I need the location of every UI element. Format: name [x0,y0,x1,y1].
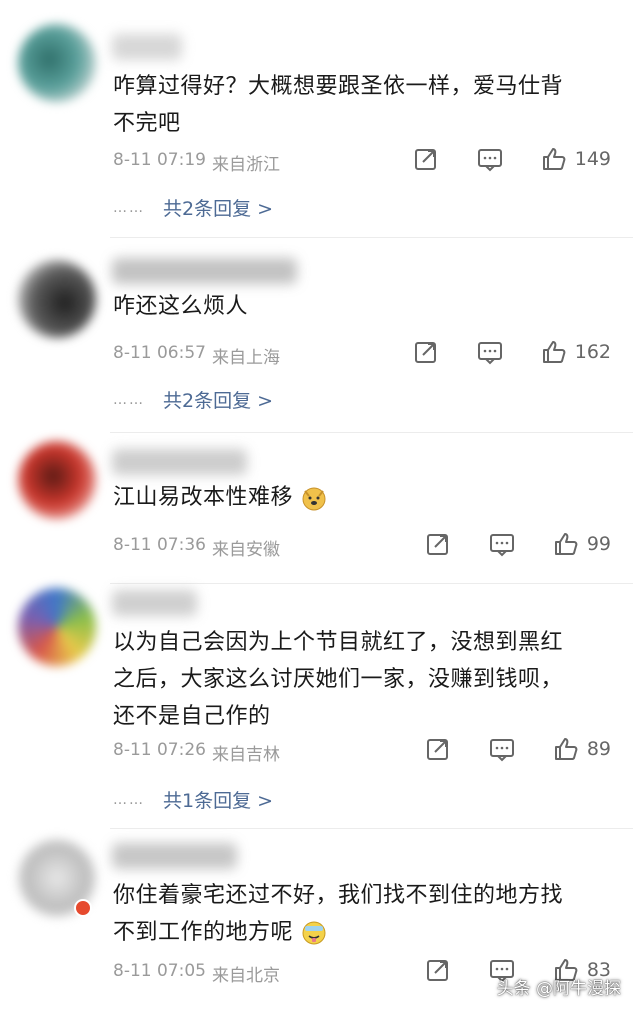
comment-date: 8-11 07:05 [113,961,206,981]
like-count: 99 [586,533,611,555]
comment-date: 8-11 07:19 [113,150,206,170]
like-button[interactable]: 99 [553,531,611,557]
comment-location: 来自安徽 [211,540,280,560]
like-count: 162 [574,341,611,363]
view-replies-link[interactable]: 共2条回复 > [163,386,273,413]
username-blurred[interactable] [112,34,182,60]
share-icon[interactable] [413,339,439,365]
thumbs-up-icon [542,148,566,170]
like-button[interactable]: 149 [541,146,611,172]
avatar[interactable] [18,24,96,102]
verified-badge-icon [74,899,92,917]
comment-meta: 8-11 07:05 来自北京 [113,961,280,986]
comment-item: 咋算过得好？大概想要跟圣依一样，爱马仕背 不完吧 8-11 07:19 来自浙江… [0,0,633,240]
comment-item: 江山易改本性难移 8-11 07:36 来自安徽 99 [0,433,633,583]
replies-row[interactable]: …… 共2条回复 > [113,194,273,221]
thumbs-up-icon [554,738,578,760]
avatar[interactable] [18,588,96,666]
comment-text: 你住着豪宅还过不好，我们找不到住的地方找 不到工作的地方呢 [113,877,603,951]
avatar[interactable] [18,260,96,338]
username-blurred[interactable] [112,843,237,869]
comment-icon[interactable] [477,339,503,365]
avatar[interactable] [18,441,96,519]
comment-meta: 8-11 07:36 来自安徽 [113,535,280,560]
like-button[interactable]: 162 [541,339,611,365]
thumbs-up-icon [542,341,566,363]
share-icon[interactable] [425,531,451,557]
comment-actions: 162 [413,339,611,365]
like-count: 149 [574,148,611,170]
comment-location: 来自浙江 [211,155,280,175]
username-blurred[interactable] [112,258,297,284]
watermark: 头条 @阿牛漫探 [496,979,621,999]
replies-row[interactable]: …… 共2条回复 > [113,386,273,413]
like-button[interactable]: 89 [553,736,611,762]
comment-date: 8-11 07:26 [113,740,206,760]
username-blurred[interactable] [112,449,247,475]
share-icon[interactable] [425,736,451,762]
comment-date: 8-11 07:36 [113,535,206,555]
comment-date: 8-11 06:57 [113,343,206,363]
comment-text-content: 你住着豪宅还过不好，我们找不到住的地方找 不到工作的地方呢 [113,883,564,945]
comment-actions: 89 [425,736,611,762]
comment-meta: 8-11 06:57 来自上海 [113,343,280,368]
comment-item: 以为自己会因为上个节目就红了，没想到黑红 之后，大家这么讨厌她们一家，没赚到钱呗… [0,584,633,829]
thumbs-up-icon [554,533,578,555]
share-icon[interactable] [425,957,451,983]
comment-text: 江山易改本性难移 [113,479,603,516]
comment-text-content: 江山易改本性难移 [113,485,294,510]
like-count: 89 [586,738,611,760]
comment-text: 咋算过得好？大概想要跟圣依一样，爱马仕背 不完吧 [113,74,564,136]
replies-dots: …… [113,199,145,216]
view-replies-link[interactable]: 共1条回复 > [163,786,273,813]
comment-icon[interactable] [489,531,515,557]
comment-item: 咋还这么烦人 8-11 06:57 来自上海 162 …… 共2条回复 > [0,238,633,433]
replies-dots: …… [113,791,145,808]
doge-emoji-icon [302,487,326,511]
comment-icon[interactable] [477,146,503,172]
comment-text: 以为自己会因为上个节目就红了，没想到黑红 之后，大家这么讨厌她们一家，没赚到钱呗… [113,630,564,729]
comment-actions: 99 [425,531,611,557]
comment-location: 来自北京 [211,966,280,986]
comment-icon[interactable] [489,736,515,762]
username-blurred[interactable] [112,590,197,616]
replies-row[interactable]: …… 共1条回复 > [113,786,273,813]
comment-location: 来自上海 [211,348,280,368]
share-icon[interactable] [413,146,439,172]
view-replies-link[interactable]: 共2条回复 > [163,194,273,221]
comment-location: 来自吉林 [211,745,280,765]
replies-dots: …… [113,391,145,408]
comment-actions: 149 [413,146,611,172]
comment-meta: 8-11 07:19 来自浙江 [113,150,280,175]
sick-face-emoji-icon [302,921,326,945]
comment-text: 咋还这么烦人 [113,294,249,319]
comment-meta: 8-11 07:26 来自吉林 [113,740,280,765]
